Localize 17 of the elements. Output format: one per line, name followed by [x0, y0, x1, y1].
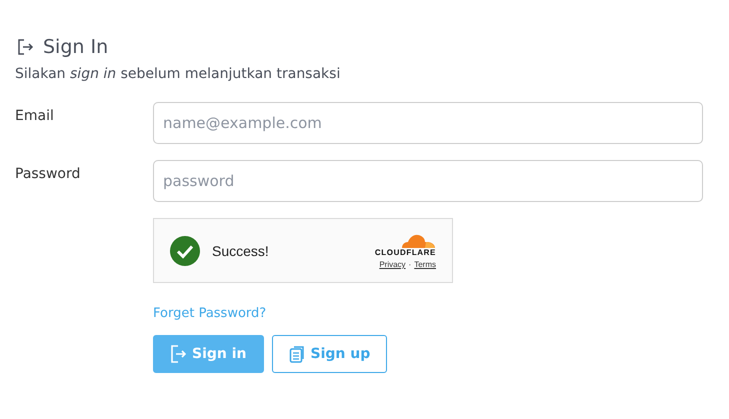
privacy-link[interactable]: Privacy — [379, 260, 406, 269]
input-field[interactable]: name@example.com — [153, 102, 703, 144]
page-title: Sign In — [43, 36, 108, 58]
cloud-icon — [400, 232, 436, 248]
field-label: Email — [15, 107, 55, 124]
subtitle: Silakan sign in sebelum melanjutkan transaksi — [15, 66, 342, 82]
sign-in-button[interactable]: Sign in — [153, 335, 264, 373]
separator: · — [408, 260, 412, 269]
captcha-status: Success! — [212, 242, 269, 258]
input-field[interactable]: password — [153, 160, 703, 202]
brand-name: CLOUDFLARE — [374, 248, 436, 257]
field-label: Password — [15, 165, 82, 182]
sign-in-icon — [170, 345, 186, 363]
clipboard-icon — [288, 345, 305, 363]
terms-link[interactable]: Terms — [414, 260, 436, 269]
sign-up-button[interactable]: Sign up — [272, 335, 388, 373]
forgot-password-link[interactable]: Forget Password? — [153, 306, 266, 321]
